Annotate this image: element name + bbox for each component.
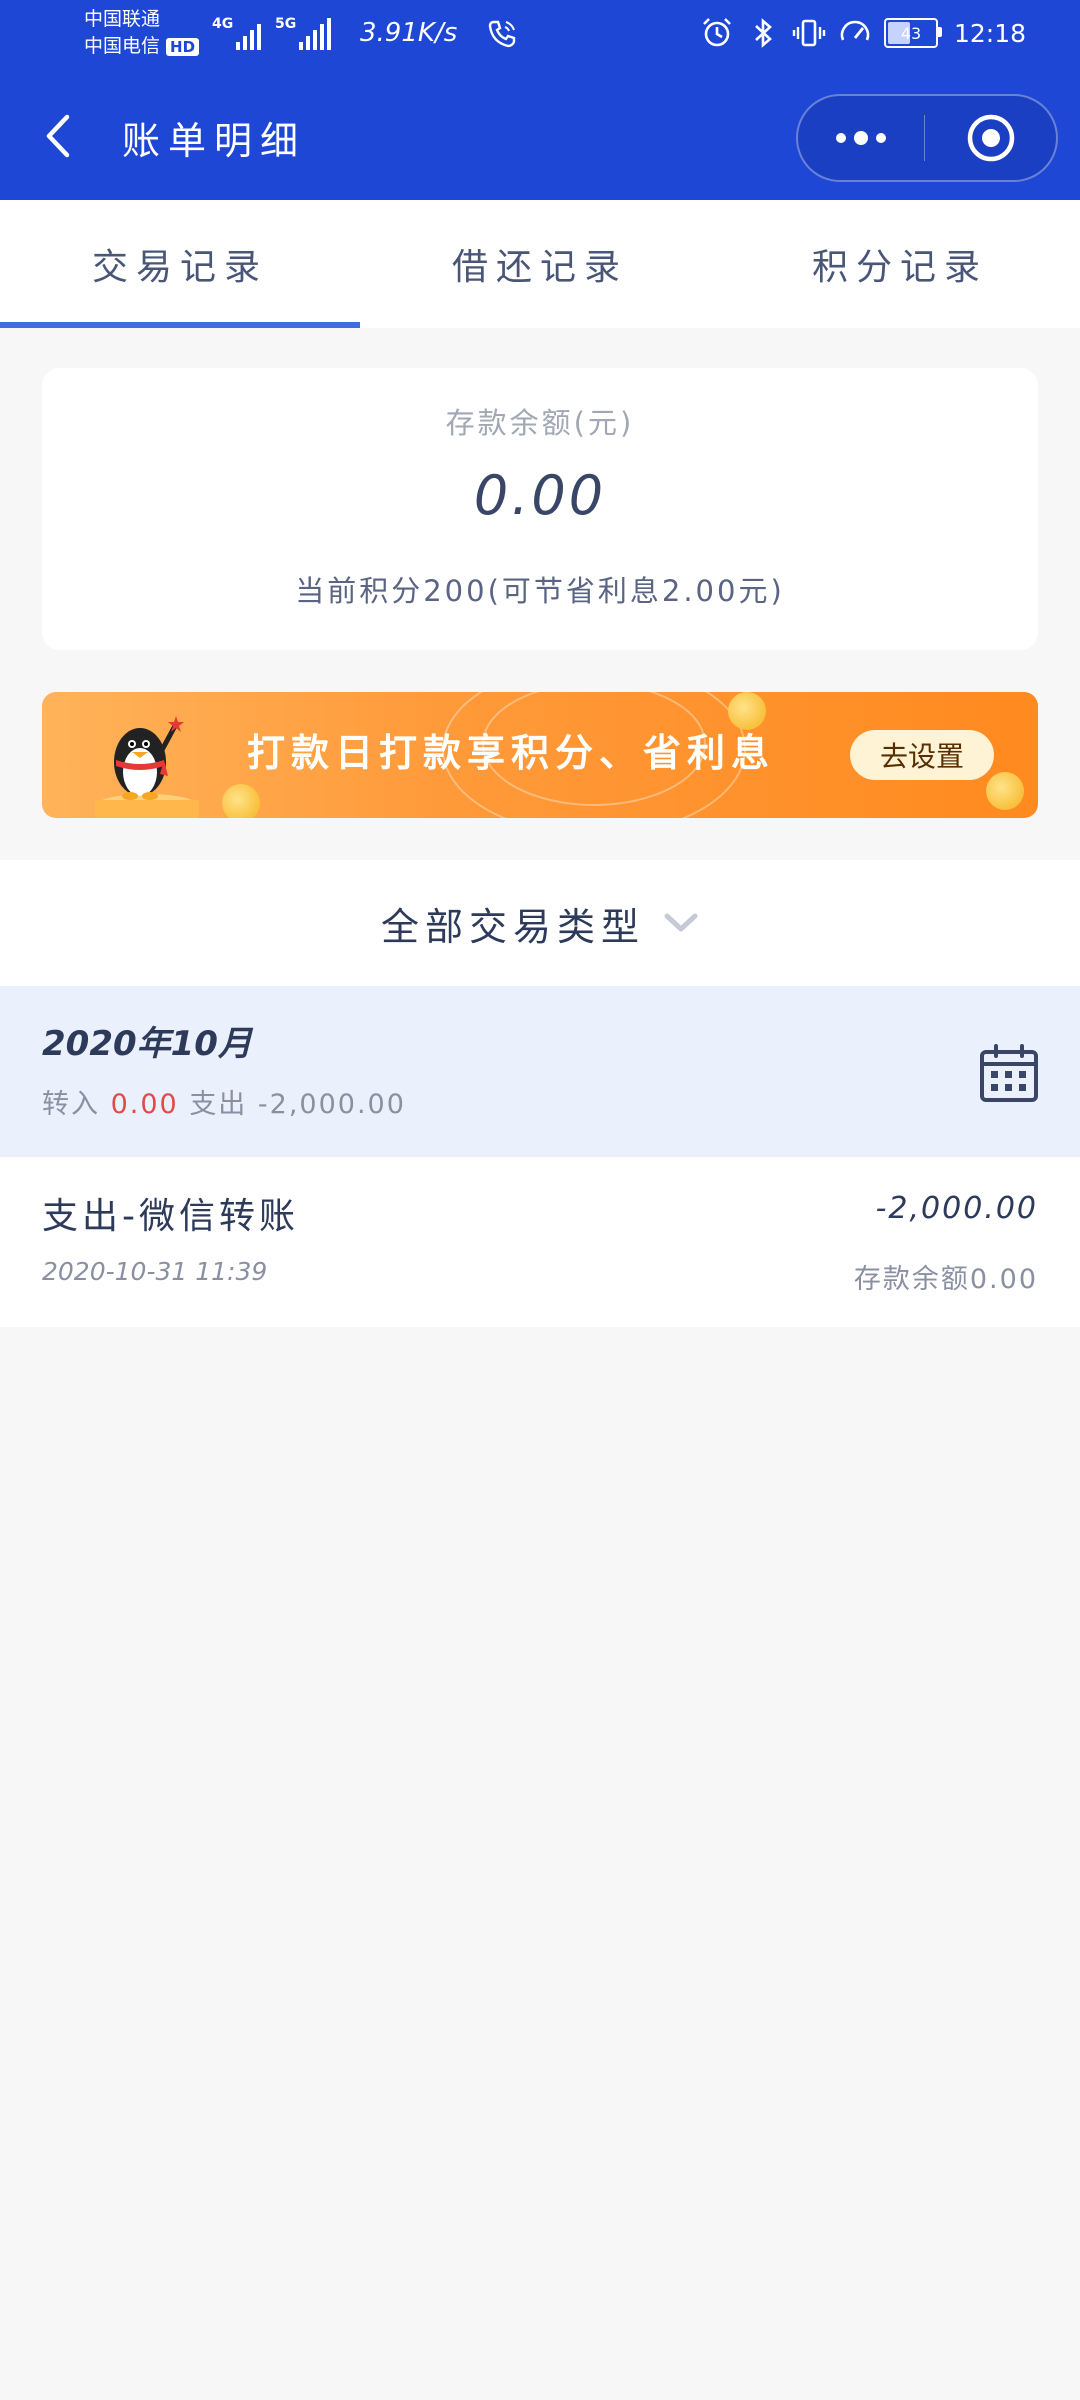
signal-indicators: 4G 5G — [212, 16, 331, 50]
balance-amount: 0.00 — [473, 464, 607, 527]
filter-label: 全部交易类型 — [380, 904, 645, 949]
carrier-info: 中国联通 中国电信 HD — [84, 6, 200, 60]
nav-bar: 账单明细 — [0, 72, 1080, 200]
transaction-title: 支出-微信转账 — [42, 1196, 299, 1237]
target-close-icon — [967, 114, 1014, 162]
battery-icon: 43 — [884, 18, 942, 48]
signal-5g-icon: 5G — [275, 16, 331, 50]
mini-program-capsule — [796, 94, 1058, 182]
wifi-call-icon — [488, 20, 516, 48]
more-dots-icon — [836, 131, 886, 145]
signal-4g-label: 4G — [212, 16, 234, 32]
in-label: 转入 — [42, 1089, 100, 1120]
coin-icon — [222, 784, 260, 818]
close-mini-program-button[interactable] — [925, 96, 1056, 180]
penguin-mascot-icon — [95, 716, 199, 818]
in-amount: 0.00 — [110, 1089, 179, 1120]
system-icons: 43 12:18 — [700, 16, 1026, 50]
more-button[interactable] — [798, 96, 924, 180]
chevron-down-icon — [664, 913, 698, 932]
page-title: 账单明细 — [122, 119, 307, 163]
chevron-left-icon — [46, 114, 70, 158]
speedometer-icon — [840, 20, 870, 41]
tab-transaction-records[interactable]: 交易记录 — [0, 200, 360, 328]
network-speed: 3.91K/s — [360, 18, 458, 48]
alarm-icon — [703, 18, 731, 47]
points-info: 当前积分200(可节省利息2.00元) — [295, 574, 785, 608]
tab-borrow-repay-records[interactable]: 借还记录 — [360, 200, 720, 328]
transaction-balance: 存款余额0.00 — [853, 1264, 1038, 1295]
transaction-row[interactable]: 支出-微信转账 -2,000.00 2020-10-31 11:39 存款余额0… — [0, 1156, 1080, 1327]
transaction-type-filter[interactable]: 全部交易类型 — [0, 860, 1080, 986]
go-settings-button[interactable]: 去设置 — [850, 730, 994, 780]
out-label: 支出 — [189, 1089, 248, 1120]
calendar-icon[interactable] — [978, 1042, 1040, 1104]
month-title: 2020年10月 — [42, 1024, 252, 1064]
month-header: 2020年10月 转入 0.00 支出 -2,000.00 — [0, 986, 1080, 1156]
promo-banner[interactable]: 打款日打款享积分、省利息 去设置 — [42, 692, 1038, 818]
vibrate-icon — [792, 19, 826, 47]
promo-text: 打款日打款享积分、省利息 — [247, 731, 776, 775]
back-button[interactable] — [38, 108, 78, 164]
balance-label: 存款余额(元) — [445, 406, 635, 440]
battery-level: 43 — [900, 23, 922, 43]
hd-badge: HD — [166, 37, 200, 56]
bluetooth-icon — [755, 18, 772, 48]
month-summary: 转入 0.00 支出 -2,000.00 — [42, 1082, 406, 1121]
carrier-2: 中国电信 — [84, 35, 161, 57]
out-amount: -2,000.00 — [257, 1089, 406, 1120]
status-bar: 中国联通 中国电信 HD 4G 5G 3.91K/s 43 12:18 — [0, 0, 1080, 72]
clock: 12:18 — [954, 18, 1027, 48]
transaction-amount: -2,000.00 — [875, 1191, 1038, 1226]
tab-points-records[interactable]: 积分记录 — [720, 200, 1080, 328]
signal-4g-icon: 4G — [212, 16, 261, 50]
balance-card: 存款余额(元) 0.00 当前积分200(可节省利息2.00元) — [42, 368, 1038, 650]
transaction-time: 2020-10-31 11:39 — [42, 1257, 268, 1286]
record-tabs: 交易记录 借还记录 积分记录 — [0, 200, 1080, 328]
coin-icon — [986, 772, 1024, 810]
signal-5g-label: 5G — [275, 16, 297, 32]
carrier-1: 中国联通 — [84, 8, 161, 30]
